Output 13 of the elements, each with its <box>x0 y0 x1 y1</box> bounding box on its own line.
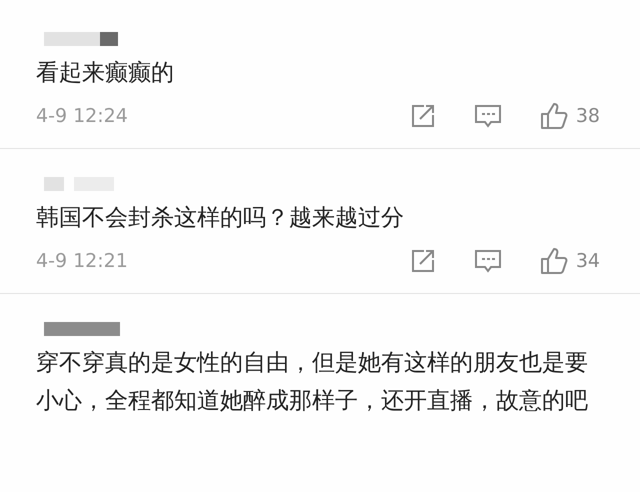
like-count: 38 <box>576 105 600 127</box>
share-icon[interactable] <box>410 248 436 274</box>
thumbs-up-icon[interactable] <box>540 102 568 130</box>
thumbs-up-icon[interactable] <box>540 247 568 275</box>
comment-icon[interactable] <box>474 103 502 129</box>
comment-text: 韩国不会封杀这样的吗？越来越过分 <box>36 204 405 233</box>
comment-text: 看起来癫癫的 <box>36 59 175 88</box>
share-icon[interactable] <box>410 103 436 129</box>
comment-time: 4-9 12:24 <box>36 105 128 127</box>
comment-text: 穿不穿真的是女性的自由，但是她有这样的朋友也是要小心，全程都知道她醉成那样子，还开直播，故意的吧 <box>36 349 589 416</box>
comment-icon[interactable] <box>474 248 502 274</box>
comment-time: 4-9 12:21 <box>36 250 128 272</box>
like-count: 34 <box>576 250 600 272</box>
